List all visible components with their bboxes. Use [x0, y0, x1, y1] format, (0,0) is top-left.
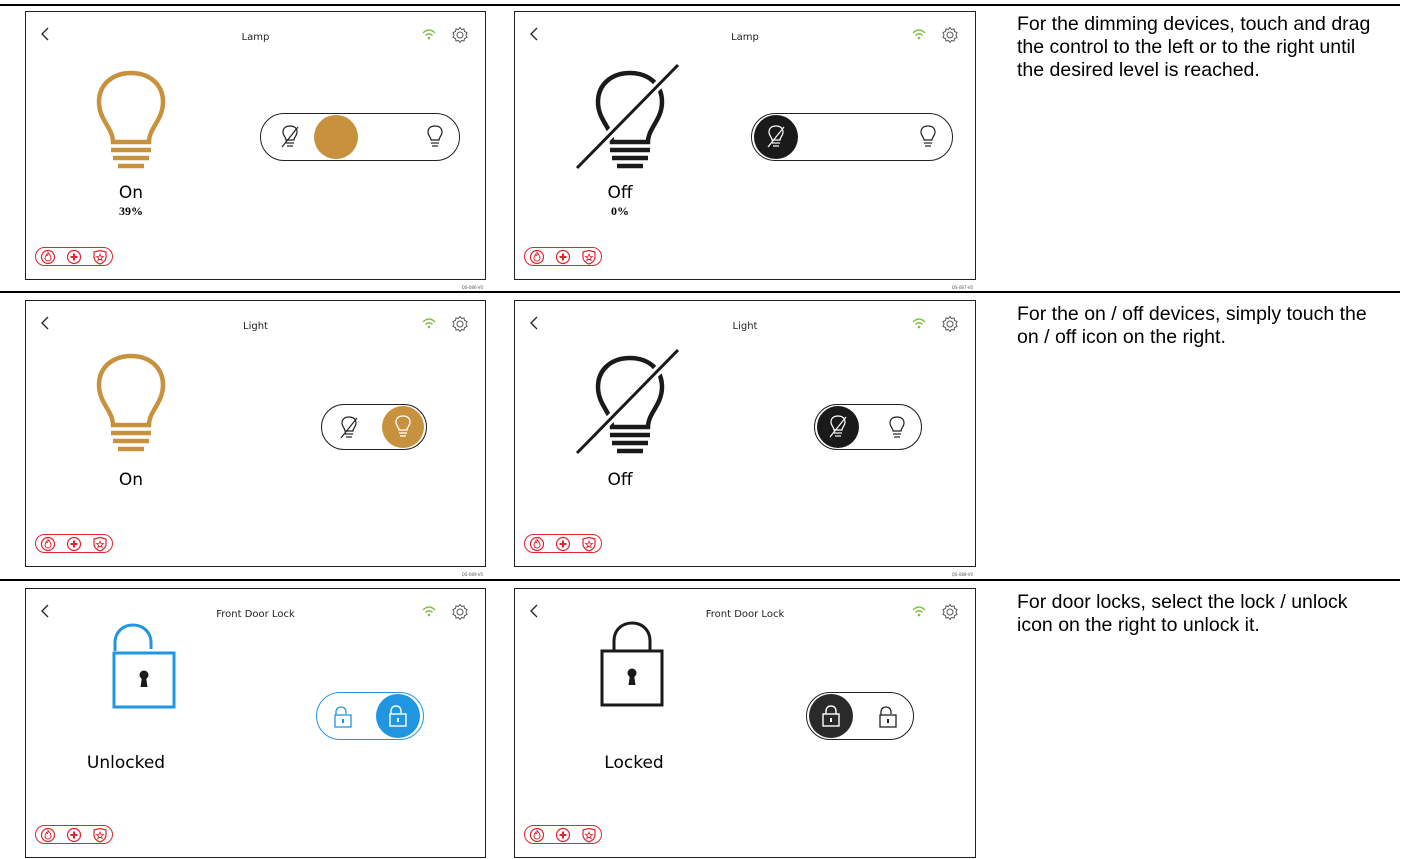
instruction-text: For the dimming devices, touch and drag …: [1017, 13, 1371, 81]
bulb-off-icon: [281, 125, 299, 148]
device-title: Lamp: [241, 32, 270, 43]
wifi-icon: [422, 606, 436, 617]
police-badge-icon[interactable]: [92, 827, 108, 843]
unlock-icon: [334, 706, 352, 728]
wifi-icon: [422, 29, 436, 40]
unlock-icon: [879, 706, 897, 728]
light-on-screen: Light On QS-089-V0: [25, 300, 486, 577]
emergency-buttons[interactable]: [35, 534, 113, 553]
medical-cross-icon[interactable]: [66, 827, 82, 843]
instruction-text: For door locks, select the lock / unlock…: [1017, 591, 1348, 636]
figure-code: QS-088-V0: [951, 572, 973, 577]
light-off-screen: Light Off QS-088-V0: [514, 300, 976, 577]
locked-padlock-icon: [600, 621, 664, 707]
bulb-icon: [889, 416, 905, 438]
on-off-toggle[interactable]: [814, 404, 922, 450]
bulb-icon: [920, 125, 936, 147]
device-title: Front Door Lock: [705, 609, 785, 620]
lock-icon: [822, 705, 840, 727]
bulb-on-icon: [96, 353, 166, 452]
on-off-toggle[interactable]: [321, 404, 427, 450]
medical-cross-icon[interactable]: [555, 249, 571, 265]
figure-code: QS-089-V0: [461, 572, 483, 577]
dimmer-slider[interactable]: [260, 113, 460, 161]
medical-cross-icon[interactable]: [66, 536, 82, 552]
dimmer-knob[interactable]: [314, 115, 358, 159]
gear-icon[interactable]: [451, 603, 469, 621]
gear-icon[interactable]: [941, 26, 959, 44]
bulb-icon: [427, 125, 443, 147]
gear-icon[interactable]: [451, 26, 469, 44]
gear-icon[interactable]: [451, 315, 469, 333]
fire-icon[interactable]: [529, 827, 545, 843]
device-title: Lamp: [731, 32, 759, 43]
emergency-buttons[interactable]: [524, 247, 602, 266]
lamp-on-screen: Lamp On 39% QS-086-V0: [25, 11, 486, 290]
wifi-icon: [912, 29, 926, 40]
gear-icon[interactable]: [941, 603, 959, 621]
police-badge-icon[interactable]: [92, 249, 108, 265]
device-title: Light: [243, 321, 268, 332]
medical-cross-icon[interactable]: [555, 536, 571, 552]
police-badge-icon[interactable]: [581, 827, 597, 843]
fire-icon[interactable]: [40, 249, 56, 265]
lamp-off-screen: Lamp Off 0% QS-087-V0: [514, 11, 976, 290]
medical-cross-icon[interactable]: [66, 249, 82, 265]
device-title: Light: [732, 321, 758, 332]
row-divider-2: [0, 291, 1400, 293]
emergency-buttons[interactable]: [524, 825, 602, 844]
bulb-on-icon: [96, 70, 166, 169]
bulb-off-large-icon: [573, 346, 682, 455]
device-title: Front Door Lock: [216, 609, 295, 620]
instruction-text: For the on / off devices, simply touch t…: [1017, 303, 1367, 348]
row-divider-top: [0, 4, 1400, 6]
unlocked-padlock-icon: [112, 623, 176, 709]
fire-icon[interactable]: [40, 827, 56, 843]
dim-level: 39%: [119, 204, 143, 218]
bulb-off-icon: [340, 416, 358, 439]
wifi-icon: [422, 318, 436, 329]
wifi-icon: [912, 318, 926, 329]
emergency-buttons[interactable]: [35, 825, 113, 844]
bulb-off-large-icon: [573, 61, 682, 170]
device-state: On: [118, 470, 144, 490]
dimmer-slider[interactable]: [751, 113, 953, 161]
fire-icon[interactable]: [40, 536, 56, 552]
device-state: Unlocked: [86, 753, 166, 773]
device-state: On: [118, 183, 144, 203]
device-state: Off: [607, 183, 633, 203]
fire-icon[interactable]: [529, 249, 545, 265]
police-badge-icon[interactable]: [581, 249, 597, 265]
lock-toggle[interactable]: [806, 692, 914, 740]
device-state: Locked: [604, 753, 664, 773]
police-badge-icon[interactable]: [581, 536, 597, 552]
figure-code: QS-086-V0: [461, 285, 483, 290]
emergency-buttons[interactable]: [35, 247, 113, 266]
dim-level: 0%: [611, 204, 629, 218]
fire-icon[interactable]: [529, 536, 545, 552]
lock-toggle[interactable]: [316, 692, 424, 740]
bulb-off-icon: [829, 415, 847, 438]
unlock-icon: [389, 705, 407, 727]
door-locked-screen: Front Door Lock Locked: [514, 588, 976, 858]
row-divider-3: [0, 579, 1400, 581]
figure-code: QS-087-V0: [951, 285, 973, 290]
bulb-off-icon: [767, 125, 785, 148]
door-unlocked-screen: Front Door Lock Unlocked: [25, 588, 486, 858]
emergency-buttons[interactable]: [524, 534, 602, 553]
device-state: Off: [607, 470, 633, 490]
police-badge-icon[interactable]: [92, 536, 108, 552]
medical-cross-icon[interactable]: [555, 827, 571, 843]
wifi-icon: [912, 606, 926, 617]
gear-icon[interactable]: [941, 315, 959, 333]
bulb-icon: [395, 415, 411, 437]
